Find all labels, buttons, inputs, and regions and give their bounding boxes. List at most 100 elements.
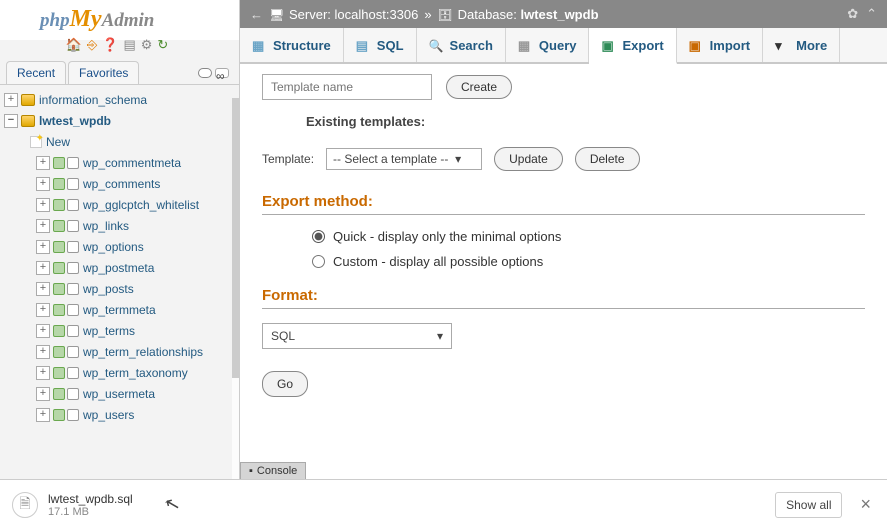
structure-icon bbox=[252, 38, 267, 53]
create-button[interactable]: Create bbox=[446, 75, 512, 99]
content-area: Create Existing templates: Template: -- … bbox=[240, 64, 887, 479]
download-item[interactable]: 🗎 lwtest_wpdb.sql 17.1 MB ⌃ bbox=[12, 492, 173, 518]
tree-table[interactable]: wp_term_taxonomy bbox=[0, 362, 239, 383]
table-icon bbox=[53, 304, 79, 316]
database-icon bbox=[21, 115, 35, 127]
logo-part-1: php bbox=[40, 10, 70, 31]
reload-icon[interactable]: ↻ bbox=[157, 37, 173, 52]
expand-icon[interactable] bbox=[36, 324, 50, 338]
delete-button[interactable]: Delete bbox=[575, 147, 640, 171]
expand-icon[interactable] bbox=[36, 366, 50, 380]
collapse-icon[interactable] bbox=[4, 114, 18, 128]
tree-table[interactable]: wp_posts bbox=[0, 278, 239, 299]
server-icon bbox=[269, 7, 283, 21]
table-icon bbox=[53, 157, 79, 169]
settings-icon[interactable]: ⚙ bbox=[141, 37, 158, 52]
radio-custom-row[interactable]: Custom - display all possible options bbox=[312, 254, 865, 269]
export-method-title: Export method: bbox=[262, 193, 865, 215]
expand-icon[interactable] bbox=[36, 303, 50, 317]
expand-icon[interactable] bbox=[36, 408, 50, 422]
template-name-input[interactable] bbox=[262, 74, 432, 100]
link-icon[interactable]: ∞ bbox=[215, 68, 229, 78]
left-panel: phpMyAdmin 🏠⎆❓▤⚙↻ Recent Favorites ∞ inf… bbox=[0, 0, 240, 479]
tab-structure[interactable]: Structure bbox=[240, 28, 344, 62]
collapse-panel-icon[interactable]: ⌃ bbox=[866, 6, 877, 22]
tab-more[interactable]: More bbox=[763, 28, 840, 62]
tab-sql[interactable]: SQL bbox=[344, 28, 417, 62]
console-icon: ▪ bbox=[249, 465, 253, 477]
template-select[interactable]: -- Select a template -- ▾ bbox=[326, 148, 482, 170]
expand-icon[interactable] bbox=[36, 198, 50, 212]
header-icon-row: 🏠⎆❓▤⚙↻ bbox=[0, 35, 239, 57]
tree-table[interactable]: wp_terms bbox=[0, 320, 239, 341]
tree-db-information-schema[interactable]: information_schema bbox=[0, 89, 239, 110]
logo[interactable]: phpMyAdmin bbox=[0, 0, 239, 35]
import-icon bbox=[689, 38, 704, 53]
db-value[interactable]: lwtest_wpdb bbox=[521, 7, 599, 22]
expand-icon[interactable] bbox=[36, 387, 50, 401]
tree-table[interactable]: wp_usermeta bbox=[0, 383, 239, 404]
tree-table[interactable]: wp_term_relationships bbox=[0, 341, 239, 362]
tree-table[interactable]: wp_links bbox=[0, 215, 239, 236]
server-value[interactable]: localhost:3306 bbox=[335, 7, 419, 22]
tab-favorites[interactable]: Favorites bbox=[68, 61, 139, 84]
table-icon bbox=[53, 241, 79, 253]
tree-table[interactable]: wp_termmeta bbox=[0, 299, 239, 320]
download-menu-icon[interactable]: ⌃ bbox=[163, 498, 173, 512]
db-label: lwtest_wpdb bbox=[39, 114, 111, 128]
download-filesize: 17.1 MB bbox=[48, 506, 133, 518]
table-icon bbox=[53, 220, 79, 232]
expand-icon[interactable] bbox=[36, 177, 50, 191]
radio-quick-row[interactable]: Quick - display only the minimal options bbox=[312, 229, 865, 244]
tree-table[interactable]: wp_options bbox=[0, 236, 239, 257]
console-tab[interactable]: ▪ Console bbox=[240, 462, 306, 479]
new-label: New bbox=[46, 135, 70, 149]
tree-db-lwtest-wpdb[interactable]: lwtest_wpdb bbox=[0, 110, 239, 131]
expand-icon[interactable] bbox=[36, 240, 50, 254]
expand-icon[interactable] bbox=[36, 156, 50, 170]
update-button[interactable]: Update bbox=[494, 147, 563, 171]
back-icon[interactable]: ← bbox=[250, 7, 263, 22]
go-button[interactable]: Go bbox=[262, 371, 308, 397]
tree-table[interactable]: wp_gglcptch_whitelist bbox=[0, 194, 239, 215]
expand-icon[interactable] bbox=[4, 93, 18, 107]
exit-icon[interactable]: ⎆ bbox=[87, 37, 102, 52]
file-icon: 🗎 bbox=[12, 492, 38, 518]
table-label: wp_postmeta bbox=[83, 261, 154, 275]
expand-icon[interactable] bbox=[36, 282, 50, 296]
tab-recent[interactable]: Recent bbox=[6, 61, 66, 84]
right-panel: ← Server: localhost:3306 » Database: lwt… bbox=[240, 0, 887, 479]
table-label: wp_usermeta bbox=[83, 387, 155, 401]
expand-icon[interactable] bbox=[36, 261, 50, 275]
table-icon bbox=[53, 409, 79, 421]
sql-icon[interactable]: ▤ bbox=[123, 37, 140, 52]
radio-quick[interactable] bbox=[312, 230, 325, 243]
show-all-button[interactable]: Show all bbox=[775, 492, 842, 518]
tree-scrollbar[interactable] bbox=[232, 98, 239, 479]
docs-icon[interactable]: ❓ bbox=[102, 37, 123, 52]
sql-icon bbox=[356, 38, 371, 53]
gear-icon[interactable]: ✿ bbox=[847, 6, 858, 22]
close-icon[interactable]: × bbox=[856, 494, 875, 515]
table-label: wp_terms bbox=[83, 324, 135, 338]
db-tree[interactable]: information_schema lwtest_wpdb New wp_co… bbox=[0, 85, 239, 479]
tree-new[interactable]: New bbox=[0, 131, 239, 152]
collapse-all-icon[interactable] bbox=[198, 68, 212, 78]
table-label: wp_term_relationships bbox=[83, 345, 203, 359]
format-value: SQL bbox=[271, 329, 295, 343]
tab-export[interactable]: Export bbox=[589, 28, 676, 64]
tab-import[interactable]: Import bbox=[677, 28, 763, 62]
tab-query[interactable]: Query bbox=[506, 28, 590, 62]
tree-table[interactable]: wp_commentmeta bbox=[0, 152, 239, 173]
expand-icon[interactable] bbox=[36, 345, 50, 359]
tree-table[interactable]: wp_users bbox=[0, 404, 239, 425]
tab-search[interactable]: Search bbox=[417, 28, 506, 62]
table-icon bbox=[53, 325, 79, 337]
format-select[interactable]: SQL ▾ bbox=[262, 323, 452, 349]
home-icon[interactable]: 🏠 bbox=[66, 37, 87, 52]
database-icon bbox=[438, 7, 452, 21]
tree-table[interactable]: wp_postmeta bbox=[0, 257, 239, 278]
radio-custom[interactable] bbox=[312, 255, 325, 268]
expand-icon[interactable] bbox=[36, 219, 50, 233]
tree-table[interactable]: wp_comments bbox=[0, 173, 239, 194]
